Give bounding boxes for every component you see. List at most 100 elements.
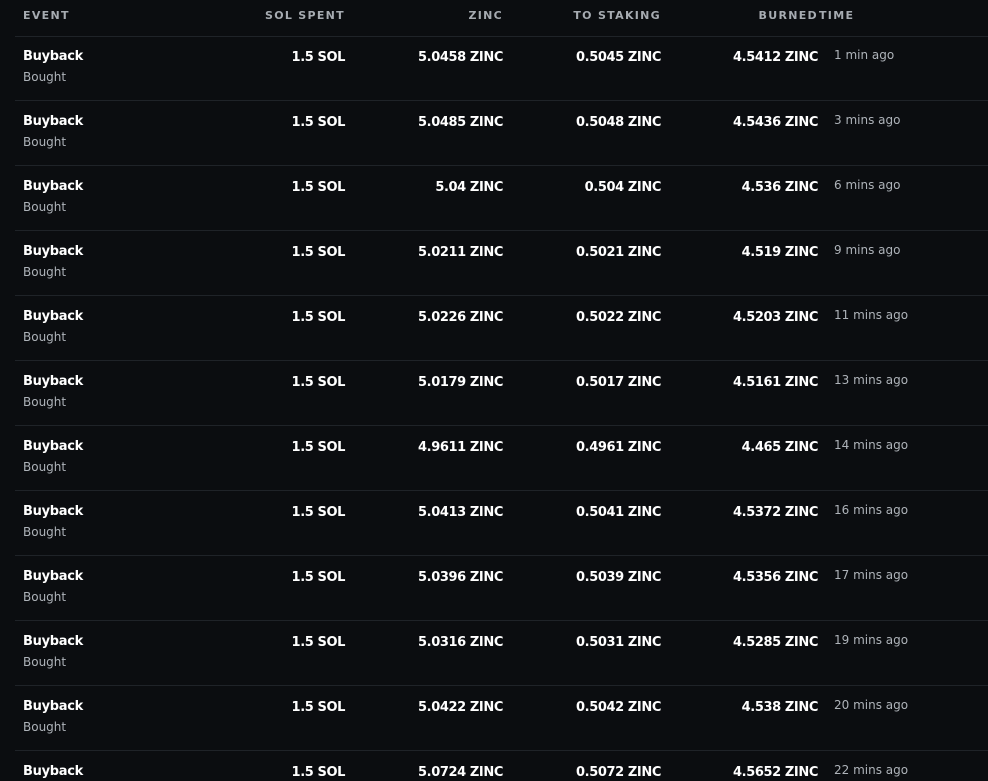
time-value: 19 mins ago — [834, 633, 909, 647]
burned-value: 4.5652 ZINC — [733, 765, 818, 780]
header-sol-spent: SOL SPENT — [264, 9, 345, 22]
header-to-staking: TO STAKING — [573, 9, 661, 22]
sol-spent-value: 1.5 SOL — [291, 115, 346, 130]
sol-spent-value: 1.5 SOL — [291, 505, 346, 520]
event-title: Buyback — [23, 374, 83, 389]
event-subtitle: Bought — [23, 525, 67, 539]
time-value: 11 mins ago — [834, 308, 909, 322]
time-value: 9 mins ago — [834, 243, 901, 257]
event-title: Buyback — [23, 114, 83, 129]
sol-spent-value: 1.5 SOL — [291, 375, 346, 390]
sol-spent-value: 1.5 SOL — [291, 765, 346, 780]
zinc-value: 5.0413 ZINC — [418, 505, 503, 520]
to-staking-value: 0.5022 ZINC — [576, 310, 661, 325]
event-cell: Buyback Bought — [23, 243, 83, 280]
time-value: 13 mins ago — [834, 373, 909, 387]
zinc-value: 5.0396 ZINC — [418, 570, 503, 585]
event-subtitle: Bought — [23, 460, 67, 474]
event-subtitle: Bought — [23, 395, 67, 409]
zinc-value: 5.04 ZINC — [435, 180, 503, 195]
header-burned: BURNED — [758, 9, 818, 22]
burned-value: 4.5356 ZINC — [733, 570, 818, 585]
table-row: Buyback 1.5 SOL 5.0724 ZINC 0.5072 ZINC 4.56… — [15, 751, 988, 781]
time-value: 3 mins ago — [834, 113, 901, 127]
sol-spent-value: 1.5 SOL — [291, 440, 346, 455]
burned-value: 4.5203 ZINC — [733, 310, 818, 325]
burned-value: 4.5161 ZINC — [733, 375, 818, 390]
header-time: TIME — [819, 9, 855, 22]
sol-spent-value: 1.5 SOL — [291, 635, 346, 650]
to-staking-value: 0.4961 ZINC — [576, 440, 661, 455]
event-title: Buyback — [23, 764, 83, 779]
table-row: Buyback Bought 1.5 SOL 5.0396 ZINC 0.5039 ZI… — [15, 556, 988, 621]
event-cell: Buyback Bought — [23, 633, 83, 670]
burned-value: 4.5285 ZINC — [733, 635, 818, 650]
event-title: Buyback — [23, 439, 83, 454]
event-cell: Buyback Bought — [23, 178, 83, 215]
event-cell: Buyback Bought — [23, 48, 83, 85]
to-staking-value: 0.5031 ZINC — [576, 635, 661, 650]
header-zinc: ZINC — [468, 9, 503, 22]
event-cell: Buyback Bought — [23, 373, 83, 410]
time-value: 1 min ago — [834, 48, 895, 62]
to-staking-value: 0.5021 ZINC — [576, 245, 661, 260]
burned-value: 4.538 ZINC — [741, 700, 819, 715]
table-row: Buyback Bought 1.5 SOL 5.0458 ZINC 0.5045 ZI… — [15, 36, 988, 101]
to-staking-value: 0.5039 ZINC — [576, 570, 661, 585]
table-row: Buyback Bought 1.5 SOL 5.0211 ZINC 0.5021 ZI… — [15, 231, 988, 296]
sol-spent-value: 1.5 SOL — [291, 245, 346, 260]
to-staking-value: 0.5042 ZINC — [576, 700, 661, 715]
burned-value: 4.519 ZINC — [741, 245, 819, 260]
zinc-value: 5.0316 ZINC — [418, 635, 503, 650]
time-value: 6 mins ago — [834, 178, 901, 192]
zinc-value: 5.0458 ZINC — [418, 50, 503, 65]
to-staking-value: 0.5017 ZINC — [576, 375, 661, 390]
zinc-value: 5.0226 ZINC — [418, 310, 503, 325]
time-value: 20 mins ago — [834, 698, 909, 712]
table-row: Buyback Bought 1.5 SOL 5.0422 ZINC 0.5042 ZI… — [15, 686, 988, 751]
to-staking-value: 0.5045 ZINC — [576, 50, 661, 65]
event-cell: Buyback Bought — [23, 568, 83, 605]
event-cell: Buyback Bought — [23, 438, 83, 475]
table-row: Buyback Bought 1.5 SOL 4.9611 ZINC 0.4961 ZI… — [15, 426, 988, 491]
buyback-events-table: EVENT SOL SPENT ZINC TO STAKING BURNED T… — [0, 0, 988, 781]
burned-value: 4.5436 ZINC — [733, 115, 818, 130]
sol-spent-value: 1.5 SOL — [291, 180, 346, 195]
zinc-value: 5.0724 ZINC — [418, 765, 503, 780]
event-subtitle: Bought — [23, 135, 67, 149]
table-row: Buyback Bought 1.5 SOL 5.0226 ZINC 0.5022 ZI… — [15, 296, 988, 361]
event-cell: Buyback Bought — [23, 308, 83, 345]
sol-spent-value: 1.5 SOL — [291, 310, 346, 325]
event-title: Buyback — [23, 569, 83, 584]
to-staking-value: 0.504 ZINC — [584, 180, 662, 195]
header-event: EVENT — [23, 9, 70, 22]
sol-spent-value: 1.5 SOL — [291, 700, 346, 715]
time-value: 14 mins ago — [834, 438, 909, 452]
to-staking-value: 0.5048 ZINC — [576, 115, 661, 130]
zinc-value: 5.0485 ZINC — [418, 115, 503, 130]
event-cell: Buyback — [23, 763, 83, 781]
zinc-value: 5.0211 ZINC — [418, 245, 503, 260]
burned-value: 4.5372 ZINC — [733, 505, 818, 520]
zinc-value: 5.0179 ZINC — [418, 375, 503, 390]
time-value: 17 mins ago — [834, 568, 909, 582]
event-cell: Buyback Bought — [23, 113, 83, 150]
event-subtitle: Bought — [23, 590, 67, 604]
sol-spent-value: 1.5 SOL — [291, 570, 346, 585]
burned-value: 4.465 ZINC — [741, 440, 819, 455]
zinc-value: 4.9611 ZINC — [418, 440, 503, 455]
event-cell: Buyback Bought — [23, 698, 83, 735]
table-row: Buyback Bought 1.5 SOL 5.0413 ZINC 0.5041 ZI… — [15, 491, 988, 556]
event-title: Buyback — [23, 49, 83, 64]
table-row: Buyback Bought 1.5 SOL 5.0179 ZINC 0.5017 ZI… — [15, 361, 988, 426]
event-subtitle: Bought — [23, 70, 67, 84]
burned-value: 4.5412 ZINC — [733, 50, 818, 65]
time-value: 22 mins ago — [834, 763, 909, 777]
table-row: Buyback Bought 1.5 SOL 5.0316 ZINC 0.5031 ZI… — [15, 621, 988, 686]
event-subtitle: Bought — [23, 655, 67, 669]
event-subtitle: Bought — [23, 200, 67, 214]
event-title: Buyback — [23, 244, 83, 259]
event-title: Buyback — [23, 179, 83, 194]
event-subtitle: Bought — [23, 265, 67, 279]
event-title: Buyback — [23, 504, 83, 519]
